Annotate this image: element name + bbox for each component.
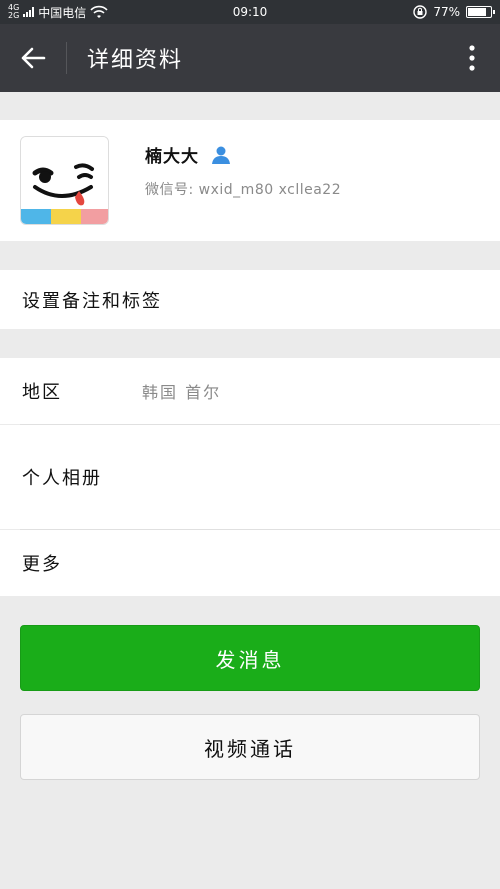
status-bar: 4G 2G 中国电信 09:10 77% bbox=[0, 0, 500, 24]
album-label: 个人相册 bbox=[22, 468, 102, 489]
avatar[interactable] bbox=[20, 136, 109, 225]
video-call-button[interactable]: 视频通话 bbox=[20, 714, 480, 780]
smiley-avatar-icon bbox=[21, 137, 108, 224]
clock: 09:10 bbox=[232, 5, 268, 19]
region-row: 地区 韩国 首尔 bbox=[0, 358, 500, 424]
back-button[interactable] bbox=[0, 24, 66, 92]
profile-card: 楠大大 微信号: wxid_m80 xcllea22 bbox=[0, 120, 500, 241]
battery-icon bbox=[466, 6, 495, 18]
remark-label: 设置备注和标签 bbox=[22, 290, 162, 312]
more-vertical-icon bbox=[469, 45, 475, 71]
contact-name: 楠大大 bbox=[145, 147, 199, 167]
more-row[interactable]: 更多 bbox=[0, 530, 500, 596]
profile-info: 楠大大 微信号: wxid_m80 xcllea22 bbox=[145, 136, 341, 225]
region-value: 韩国 首尔 bbox=[142, 383, 222, 402]
user-male-icon bbox=[212, 146, 230, 164]
more-label: 更多 bbox=[22, 554, 62, 575]
more-button[interactable] bbox=[444, 24, 500, 92]
region-label: 地区 bbox=[22, 382, 62, 403]
title-divider bbox=[66, 42, 67, 74]
page-title: 详细资料 bbox=[87, 48, 184, 73]
remark-row[interactable]: 设置备注和标签 bbox=[0, 270, 500, 329]
wechat-id: 微信号: wxid_m80 xcllea22 bbox=[145, 179, 341, 199]
wechat-id-value: wxid_m80 xcllea22 bbox=[198, 182, 342, 198]
album-row[interactable]: 个人相册 bbox=[0, 425, 500, 529]
arrow-left-icon bbox=[21, 47, 46, 69]
wechat-id-label: 微信号: bbox=[145, 182, 194, 198]
name-row: 楠大大 bbox=[145, 142, 341, 167]
title-bar: 详细资料 bbox=[0, 24, 500, 92]
send-message-button[interactable]: 发消息 bbox=[20, 625, 480, 691]
